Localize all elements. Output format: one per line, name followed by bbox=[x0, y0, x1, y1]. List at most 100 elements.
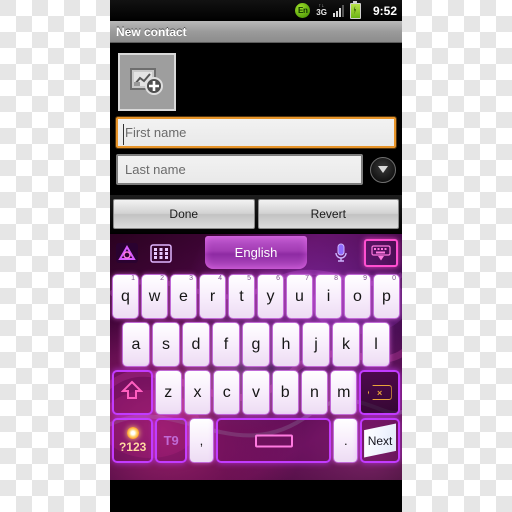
t9-key[interactable]: T9 bbox=[155, 418, 188, 463]
key-label: i bbox=[326, 287, 331, 305]
hide-keyboard-icon[interactable] bbox=[364, 239, 398, 267]
next-label: Next bbox=[364, 423, 396, 458]
on-screen-keyboard: English 1 q 2 w 3 e 4 r 5 t 6 y 7 u 8 i … bbox=[110, 234, 402, 480]
keyboard-rows: 1q 2w 3e 4r 5t 6y 7u 8i 9o 0p a s d f g bbox=[110, 272, 402, 463]
key-l[interactable]: l bbox=[362, 322, 390, 367]
space-bar-glyph bbox=[254, 434, 293, 447]
key-label: t bbox=[239, 287, 244, 305]
next-key[interactable]: Next bbox=[360, 418, 400, 463]
key-sup: 7 bbox=[305, 275, 309, 282]
period-key[interactable]: . bbox=[333, 418, 359, 463]
key-sup: 0 bbox=[392, 275, 396, 282]
key-j[interactable]: j bbox=[302, 322, 330, 367]
signal-bars-icon bbox=[332, 4, 344, 17]
key-u[interactable]: 7u bbox=[286, 274, 313, 319]
last-name-input[interactable]: Last name bbox=[116, 154, 363, 185]
battery-icon bbox=[349, 0, 361, 19]
key-r[interactable]: 4r bbox=[199, 274, 226, 319]
status-bar: En ↑↓ 3G 9:52 bbox=[110, 0, 402, 21]
phone-screen: En ↑↓ 3G 9:52 New contact First name Las… bbox=[110, 0, 402, 512]
key-sup: 8 bbox=[334, 275, 338, 282]
key-x[interactable]: x bbox=[183, 370, 212, 415]
row-asdf: a s d f g h j k l bbox=[112, 322, 400, 367]
settings-flower-icon bbox=[126, 427, 139, 439]
key-m[interactable]: m bbox=[330, 370, 358, 415]
key-label: w bbox=[148, 287, 161, 305]
status-clock: 9:52 bbox=[372, 3, 397, 18]
microphone-icon[interactable] bbox=[328, 241, 354, 265]
numeric-keypad-icon[interactable] bbox=[148, 241, 174, 265]
row-qwerty: 1q 2w 3e 4r 5t 6y 7u 8i 9o 0p bbox=[112, 274, 400, 319]
text-caret bbox=[123, 124, 124, 145]
first-name-input[interactable]: First name bbox=[116, 117, 396, 148]
key-k[interactable]: k bbox=[332, 322, 360, 367]
key-v[interactable]: v bbox=[242, 370, 270, 415]
key-label: y bbox=[266, 287, 275, 305]
toolbar-right-group bbox=[328, 239, 398, 267]
space-key[interactable] bbox=[215, 418, 332, 463]
language-label: English bbox=[234, 245, 278, 260]
key-sup: 4 bbox=[218, 275, 222, 282]
comma-key[interactable]: , bbox=[189, 418, 214, 463]
add-photo-icon bbox=[129, 66, 165, 98]
key-z[interactable]: z bbox=[154, 370, 182, 415]
network-label: 3G bbox=[316, 8, 327, 17]
done-button[interactable]: Done bbox=[113, 199, 255, 229]
key-g[interactable]: g bbox=[242, 322, 270, 367]
key-sup: 6 bbox=[276, 275, 280, 282]
contact-form: First name Last name bbox=[110, 43, 402, 195]
key-c[interactable]: c bbox=[213, 370, 241, 415]
key-sup: 5 bbox=[247, 275, 251, 282]
revert-button[interactable]: Revert bbox=[257, 199, 399, 229]
last-name-row: Last name bbox=[110, 154, 402, 191]
toolbar-left-group bbox=[114, 241, 174, 265]
key-label: q bbox=[121, 287, 130, 305]
keyboard-toolbar: English bbox=[110, 234, 402, 272]
key-n[interactable]: n bbox=[300, 370, 329, 415]
key-e[interactable]: 3e bbox=[170, 274, 197, 319]
language-selector[interactable]: English bbox=[205, 236, 307, 269]
key-label: e bbox=[179, 287, 188, 305]
key-h[interactable]: h bbox=[272, 322, 300, 367]
chevron-down-icon bbox=[378, 166, 388, 173]
key-sup: 3 bbox=[189, 275, 193, 282]
en-badge-icon: En bbox=[295, 3, 311, 18]
key-i[interactable]: 8i bbox=[315, 274, 342, 319]
shift-key[interactable] bbox=[112, 370, 153, 415]
key-label: r bbox=[209, 287, 216, 305]
key-t[interactable]: 5t bbox=[228, 274, 255, 319]
page-title: New contact bbox=[116, 24, 187, 39]
expand-fields-button[interactable] bbox=[370, 156, 396, 183]
key-d[interactable]: d bbox=[182, 322, 210, 367]
status-icons: En ↑↓ 3G 9:52 bbox=[295, 0, 397, 19]
action-bar: Done Revert bbox=[110, 195, 402, 234]
row-zxcv: z x c v b n m × bbox=[112, 370, 400, 415]
key-o[interactable]: 9o bbox=[344, 274, 371, 319]
symbols-label: ?123 bbox=[118, 440, 147, 454]
key-sup: 9 bbox=[363, 275, 367, 282]
key-label: p bbox=[382, 287, 391, 305]
title-bar: New contact bbox=[110, 21, 402, 43]
key-b[interactable]: b bbox=[271, 370, 299, 415]
symbols-key[interactable]: ?123 bbox=[112, 418, 154, 463]
key-a[interactable]: a bbox=[122, 322, 150, 367]
3g-icon: ↑↓ 3G bbox=[316, 4, 327, 17]
shift-up-arrow-icon bbox=[120, 380, 144, 405]
key-label: o bbox=[353, 287, 362, 305]
key-p[interactable]: 0p bbox=[373, 274, 400, 319]
key-s[interactable]: s bbox=[152, 322, 180, 367]
key-q[interactable]: 1q bbox=[112, 274, 139, 319]
key-sup: 1 bbox=[131, 275, 135, 282]
backspace-key[interactable]: × bbox=[359, 370, 400, 415]
app-logo-icon[interactable] bbox=[114, 241, 140, 265]
key-y[interactable]: 6y bbox=[257, 274, 284, 319]
key-f[interactable]: f bbox=[212, 322, 240, 367]
key-label: u bbox=[295, 287, 304, 305]
first-name-placeholder: First name bbox=[125, 125, 187, 140]
key-w[interactable]: 2w bbox=[141, 274, 168, 319]
key-sup: 2 bbox=[160, 275, 164, 282]
row-bottom: ?123 T9 , . Next bbox=[112, 418, 400, 463]
contact-photo-button[interactable] bbox=[118, 53, 176, 111]
screenshot-root: En ↑↓ 3G 9:52 New contact First name Las… bbox=[0, 0, 512, 512]
last-name-placeholder: Last name bbox=[125, 162, 186, 177]
